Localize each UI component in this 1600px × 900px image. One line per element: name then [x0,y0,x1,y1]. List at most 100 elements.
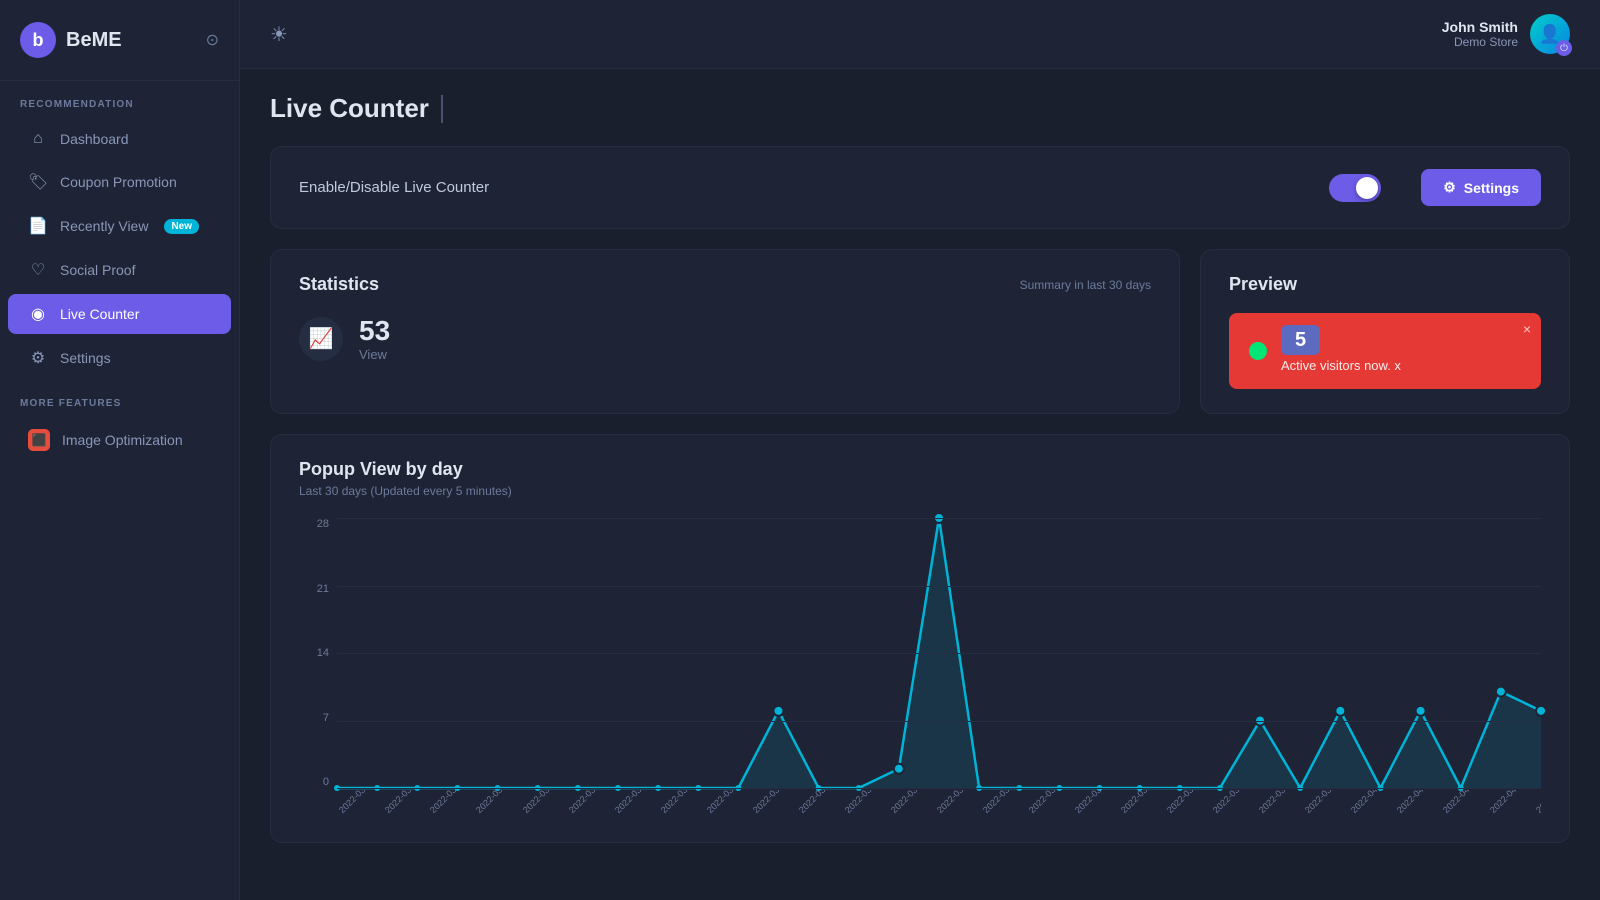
preview-title: Preview [1229,274,1541,295]
x-label: 2022-03-27 [1119,790,1159,815]
grid-line-top [337,518,1541,519]
chart-x-labels: 2022-03-102022-03-112022-03-122022-03-13… [337,790,1541,818]
x-label: 2022-03-25 [1027,790,1067,815]
x-label: 2022-03-20 [797,790,837,815]
chart-y-labels: 28 21 14 7 0 [299,518,329,788]
y-label-0: 0 [299,776,329,788]
eye-icon: ◉ [28,304,48,324]
x-label: 2022-03-26 [1073,790,1113,815]
stats-header: Statistics Summary in last 30 days [299,274,1151,295]
grid-line-3 [337,721,1541,722]
y-label-28: 28 [299,518,329,530]
sidebar-item-label: Coupon Promotion [60,174,177,190]
x-label: 2022-04-05 [1534,790,1541,815]
chart-card: Popup View by day Last 30 days (Updated … [270,434,1570,843]
settings-icon: ⚙ [28,348,48,368]
x-label: 2022-03-10 [337,790,377,815]
sidebar-item-coupon-promotion[interactable]: 🏷 Coupon Promotion [8,162,231,202]
live-counter-toggle[interactable] [1329,174,1381,202]
x-label: 2022-03-19 [751,790,791,815]
sidebar-item-label: Settings [60,350,111,366]
toggle-thumb [1356,177,1378,199]
x-label: 2022-03-18 [705,790,745,815]
metric-trend-icon: 📈 [299,317,343,361]
settings-button[interactable]: ⚙ Settings [1421,169,1541,206]
stats-metric: 📈 53 View [299,315,1151,362]
enable-disable-card: Enable/Disable Live Counter ⚙ Settings [270,146,1570,229]
avatar-power-icon: ⏻ [1556,40,1572,56]
sidebar-logo: b BeME ⊙ [0,0,239,81]
topbar: ☀ John Smith Demo Store 👤 ⏻ [240,0,1600,69]
page-title-row: Live Counter [270,93,1570,124]
sidebar-item-label: Image Optimization [62,432,183,448]
app-name: BeME [66,29,122,52]
main-content: ☀ John Smith Demo Store 👤 ⏻ Live Counter… [240,0,1600,900]
y-label-21: 21 [299,583,329,595]
new-badge: New [164,219,199,234]
active-dot [1249,342,1267,360]
sidebar-item-settings[interactable]: ⚙ Settings [8,338,231,378]
grid-line-2 [337,653,1541,654]
sidebar-item-label: Dashboard [60,131,129,147]
sidebar-item-recently-view[interactable]: 📄 Recently View New [8,206,231,246]
page-title-divider [441,95,443,123]
chart-subtitle: Last 30 days (Updated every 5 minutes) [299,484,1541,498]
home-icon: ⌂ [28,130,48,148]
metric-label: View [359,347,390,362]
topbar-brightness-icon[interactable]: ☀ [270,22,288,47]
preview-text: Active visitors now. x [1281,358,1401,373]
chart-title: Popup View by day [299,459,1541,480]
x-label: 2022-03-23 [935,790,975,815]
logo-icon: b [20,22,56,58]
chart-plot [337,518,1541,788]
x-label: 2022-04-02 [1395,790,1435,815]
stats-preview-row: Statistics Summary in last 30 days 📈 53 … [270,249,1570,414]
sidebar-item-label: Live Counter [60,306,139,322]
x-label: 2022-04-03 [1441,790,1481,815]
x-label: 2022-03-17 [659,790,699,815]
preview-card: Preview × 5 Active visitors now. x [1200,249,1570,414]
statistics-card: Statistics Summary in last 30 days 📈 53 … [270,249,1180,414]
coupon-icon: 🏷 [28,172,48,192]
x-label: 2022-03-12 [428,790,468,815]
sidebar-item-dashboard[interactable]: ⌂ Dashboard [8,120,231,158]
heart-icon: ♡ [28,260,48,280]
topbar-right: John Smith Demo Store 👤 ⏻ [1442,14,1570,54]
metric-value: 53 [359,315,390,347]
toggle-track [1329,174,1381,202]
y-label-14: 14 [299,647,329,659]
user-store: Demo Store [1442,35,1518,49]
settings-btn-icon: ⚙ [1443,179,1456,196]
sidebar-item-label: Recently View [60,218,148,234]
recommendation-section-label: RECOMMENDATION [0,81,239,118]
preview-close-icon[interactable]: × [1523,321,1531,337]
x-label: 2022-03-30 [1257,790,1297,815]
sidebar-item-live-counter[interactable]: ◉ Live Counter [8,294,231,334]
x-label: 2022-03-21 [843,790,883,815]
sidebar: b BeME ⊙ RECOMMENDATION ⌂ Dashboard 🏷 Co… [0,0,240,900]
stats-summary: Summary in last 30 days [1020,278,1151,292]
x-label: 2022-03-29 [1211,790,1251,815]
sidebar-item-social-proof[interactable]: ♡ Social Proof [8,250,231,290]
x-label: 2022-04-01 [1349,790,1389,815]
topbar-gear-icon[interactable]: ⊙ [206,30,219,50]
x-label: 2022-03-15 [567,790,607,815]
sidebar-item-image-optimization[interactable]: ⬛ Image Optimization [8,419,231,461]
more-features-section-label: MORE FEATURES [0,380,239,417]
recently-view-icon: 📄 [28,216,48,236]
user-info: John Smith Demo Store [1442,19,1518,49]
chart-area: 28 21 14 7 0 2022-03-102022-03-112022-03… [299,518,1541,818]
stats-title: Statistics [299,274,379,295]
x-label: 2022-03-22 [889,790,929,815]
x-label: 2022-03-31 [1303,790,1343,815]
avatar: 👤 ⏻ [1530,14,1570,54]
enable-label: Enable/Disable Live Counter [299,179,1329,196]
x-label: 2022-04-04 [1488,790,1528,815]
y-label-7: 7 [299,712,329,724]
preview-widget: × 5 Active visitors now. x [1229,313,1541,389]
page-title: Live Counter [270,93,429,124]
x-label: 2022-03-14 [521,790,561,815]
visitor-count: 5 [1281,325,1320,355]
grid-line-bottom [337,788,1541,789]
x-label: 2022-03-24 [981,790,1021,815]
